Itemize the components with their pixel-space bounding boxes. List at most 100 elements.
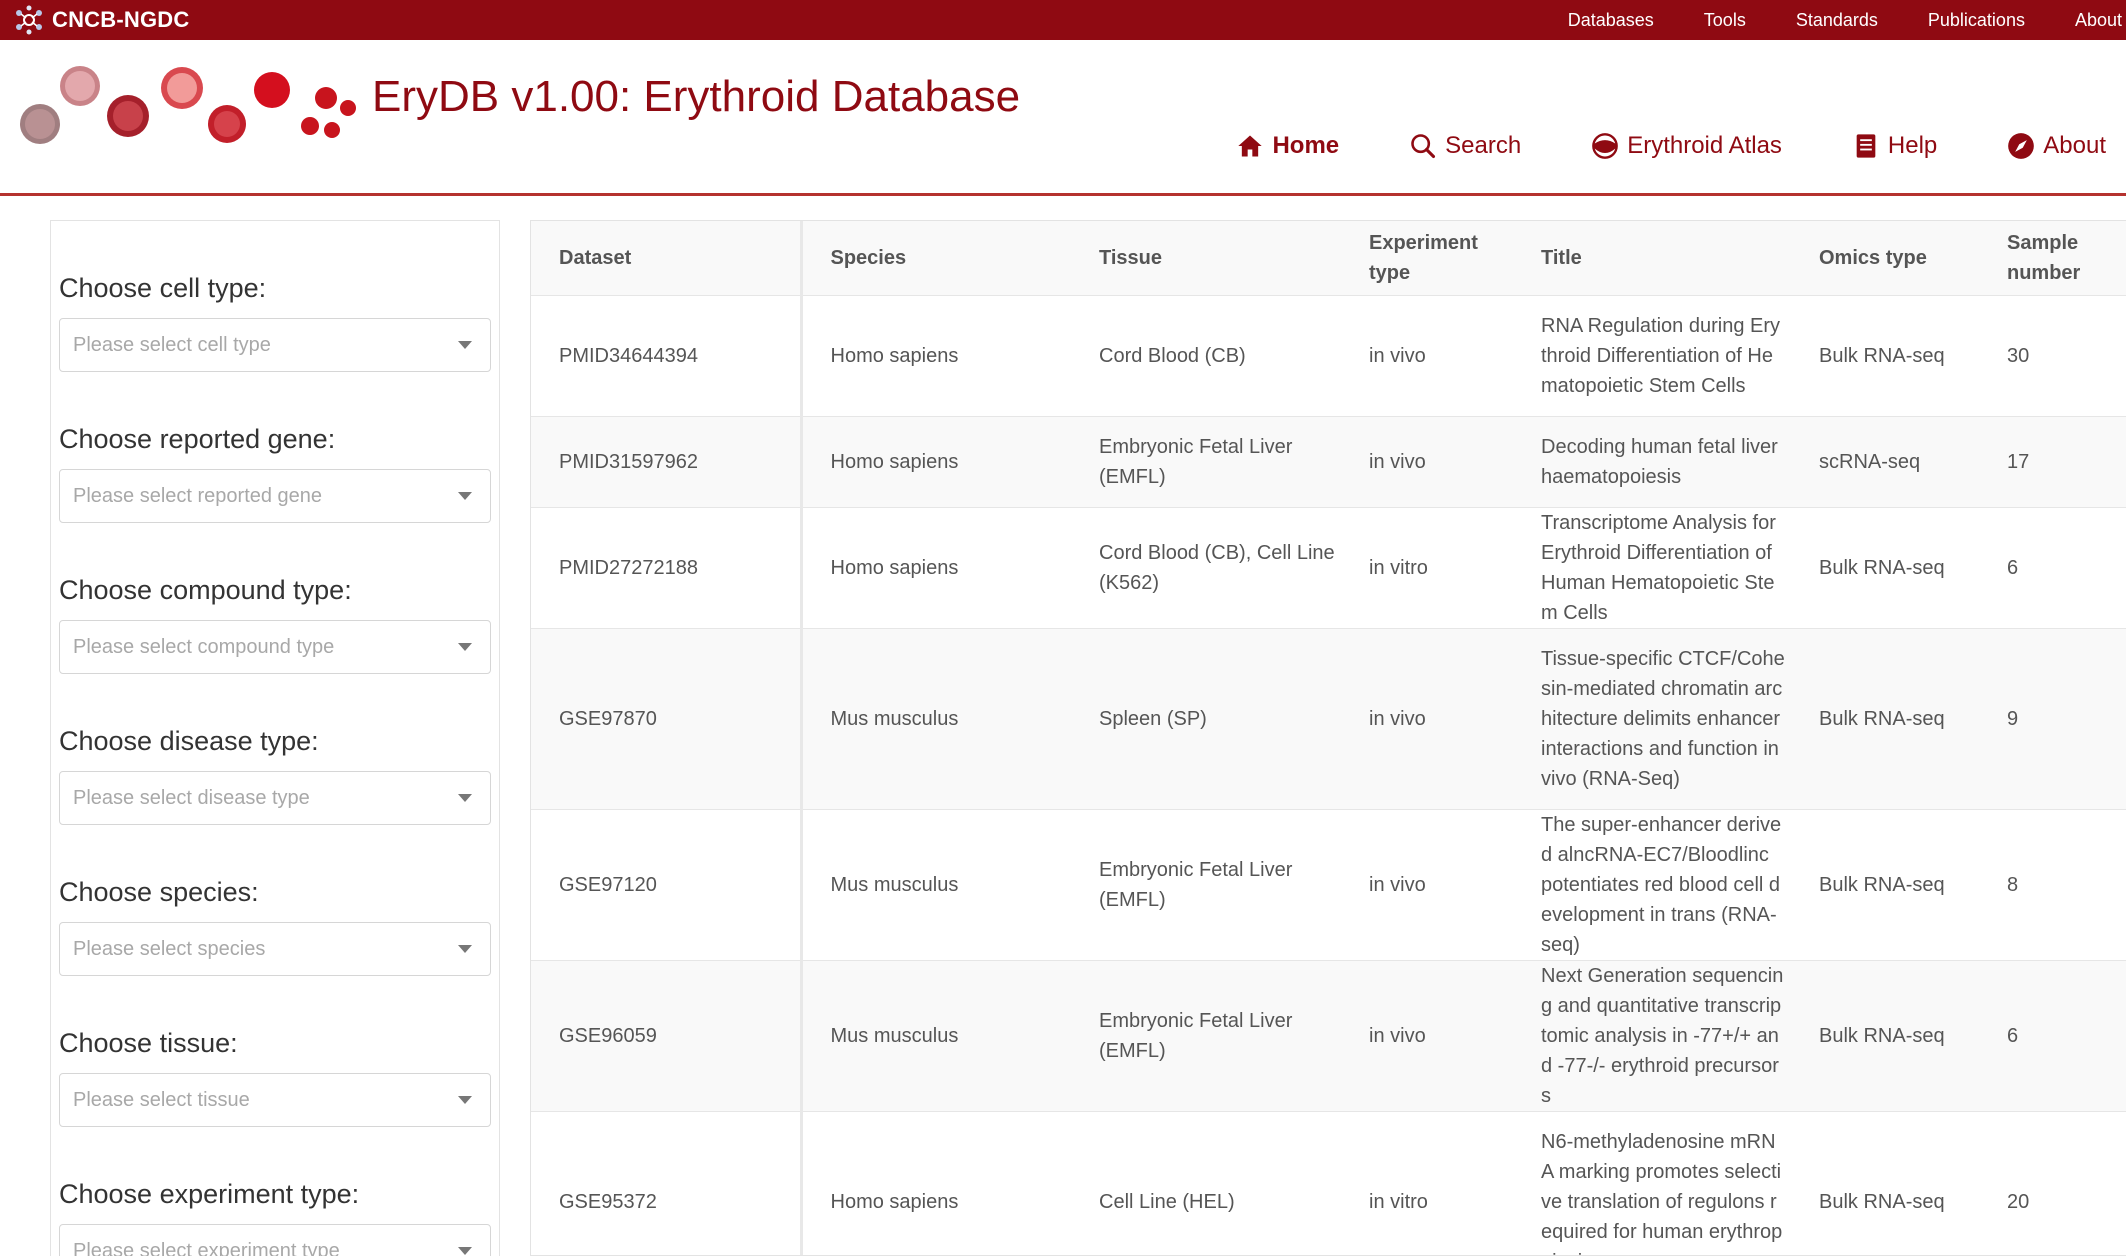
filter-cell-type: Choose cell type: Please select cell typ… (59, 271, 491, 372)
cell-species: Homo sapiens (801, 415, 1071, 507)
cell-tissue: Embryonic Fetal Liver (EMFL) (1071, 415, 1341, 507)
brand[interactable]: CNCB-NGDC (12, 4, 189, 36)
header-tissue[interactable]: Tissue (1071, 221, 1341, 295)
cell-tissue: Cord Blood (CB) (1071, 294, 1341, 416)
table-header-row: Dataset Species Tissue Experiment type T… (531, 221, 2126, 295)
cell-omics-type: Bulk RNA-seq (1791, 959, 1979, 1111)
cell-tissue: Cell Line (HEL) (1071, 1110, 1341, 1255)
table-row[interactable]: PMID27272188 Homo sapiens Cord Blood (CB… (531, 506, 2126, 628)
cell-dataset[interactable]: GSE97870 (531, 627, 803, 809)
filter-label: Choose disease type: (59, 726, 319, 756)
topnav-publications[interactable]: Publications (1928, 10, 2025, 31)
caret-down-icon (458, 1247, 472, 1255)
filter-experiment-type: Choose experiment type: Please select ex… (59, 1177, 491, 1256)
topnav-standards[interactable]: Standards (1796, 10, 1878, 31)
cell-omics-type: scRNA-seq (1791, 415, 1979, 507)
header-species[interactable]: Species (801, 221, 1071, 295)
header-omics-type[interactable]: Omics type (1791, 221, 1979, 295)
home-icon (1238, 135, 1263, 157)
cell-experiment-type: in vivo (1341, 294, 1521, 416)
cell-title: Tissue-specific CTCF/Cohesin-mediated ch… (1521, 627, 1791, 809)
site-header: EryDB v1.00: Erythroid Database Home Sea… (0, 40, 2126, 196)
results-table: Dataset Species Tissue Experiment type T… (531, 221, 2126, 1255)
filter-label: Choose compound type: (59, 575, 352, 605)
filter-label: Choose species: (59, 877, 259, 907)
cell-sample-number: 17 (1979, 415, 2126, 507)
topnav-databases[interactable]: Databases (1568, 10, 1654, 31)
table-row[interactable]: PMID34644394 Homo sapiens Cord Blood (CB… (531, 294, 2126, 416)
cell-dataset[interactable]: PMID34644394 (531, 294, 803, 416)
reported-gene-select[interactable]: Please select reported gene (59, 469, 491, 523)
cell-title: Decoding human fetal liver haematopoiesi… (1521, 415, 1791, 507)
cell-dataset[interactable]: PMID27272188 (531, 506, 803, 628)
filter-label: Choose tissue: (59, 1028, 238, 1058)
cell-sample-number: 6 (1979, 959, 2126, 1111)
topnav-about[interactable]: About (2075, 10, 2122, 31)
header-title[interactable]: Title (1521, 221, 1791, 295)
filter-tissue: Choose tissue: Please select tissue (59, 1026, 491, 1127)
cell-dataset[interactable]: GSE97120 (531, 808, 803, 960)
cell-experiment-type: in vitro (1341, 506, 1521, 628)
nav-erythroid-atlas[interactable]: Erythroid Atlas (1591, 132, 1782, 160)
filter-label: Choose reported gene: (59, 424, 336, 454)
cell-omics-type: Bulk RNA-seq (1791, 808, 1979, 960)
nav-home[interactable]: Home (1236, 132, 1339, 160)
cell-tissue: Embryonic Fetal Liver (EMFL) (1071, 959, 1341, 1111)
cell-species: Homo sapiens (801, 506, 1071, 628)
header-experiment-type[interactable]: Experiment type (1341, 221, 1521, 295)
filter-reported-gene: Choose reported gene: Please select repo… (59, 422, 491, 523)
cell-tissue: Cord Blood (CB), Cell Line (K562) (1071, 506, 1341, 628)
select-placeholder: Please select disease type (73, 786, 310, 809)
cell-experiment-type: in vivo (1341, 415, 1521, 507)
table-row[interactable]: GSE96059 Mus musculus Embryonic Fetal Li… (531, 959, 2126, 1111)
book-icon (1856, 134, 1876, 158)
main-nav: Home Search Erythroid Atlas Help About (1236, 132, 2106, 160)
header-dataset[interactable]: Dataset (531, 221, 803, 295)
topnav-tools[interactable]: Tools (1704, 10, 1746, 31)
nav-home-label: Home (1272, 132, 1340, 159)
cell-title: RNA Regulation during Erythroid Differen… (1521, 294, 1791, 416)
cell-type-select[interactable]: Please select cell type (59, 318, 491, 372)
cell-experiment-type: in vivo (1341, 808, 1521, 960)
tissue-select[interactable]: Please select tissue (59, 1073, 491, 1127)
table-row[interactable]: GSE97120 Mus musculus Embryonic Fetal Li… (531, 808, 2126, 960)
cell-sample-number: 9 (1979, 627, 2126, 809)
table-row[interactable]: GSE97870 Mus musculus Spleen (SP) in viv… (531, 627, 2126, 809)
filter-sidebar: Choose cell type: Please select cell typ… (50, 220, 500, 1256)
table-row[interactable]: GSE95372 Homo sapiens Cell Line (HEL) in… (531, 1110, 2126, 1255)
cell-species: Mus musculus (801, 959, 1071, 1111)
cell-sample-number: 20 (1979, 1110, 2126, 1255)
species-select[interactable]: Please select species (59, 922, 491, 976)
filter-compound-type: Choose compound type: Please select comp… (59, 573, 491, 674)
filter-disease-type: Choose disease type: Please select disea… (59, 724, 491, 825)
disease-type-select[interactable]: Please select disease type (59, 771, 491, 825)
caret-down-icon (458, 492, 472, 500)
nav-help[interactable]: Help (1852, 132, 1937, 160)
select-placeholder: Please select reported gene (73, 484, 323, 507)
filter-species: Choose species: Please select species (59, 875, 491, 976)
erythrocyte-logo-icon[interactable] (14, 48, 364, 148)
cell-tissue: Spleen (SP) (1071, 627, 1341, 809)
cell-sample-number: 8 (1979, 808, 2126, 960)
nav-search[interactable]: Search (1409, 132, 1521, 160)
nav-help-label: Help (1887, 132, 1938, 159)
caret-down-icon (458, 945, 472, 953)
select-placeholder: Please select experiment type (73, 1239, 340, 1256)
cell-dataset[interactable]: GSE95372 (531, 1110, 803, 1255)
cell-title: Transcriptome Analysis for Erythroid Dif… (1521, 506, 1791, 628)
filter-label: Choose cell type: (59, 273, 267, 303)
nav-about[interactable]: About (2007, 132, 2106, 160)
filter-label: Choose experiment type: (59, 1179, 360, 1209)
select-placeholder: Please select compound type (73, 635, 335, 658)
brand-name: CNCB-NGDC (52, 7, 190, 32)
caret-down-icon (458, 1096, 472, 1104)
top-nav: Databases Tools Standards Publications A… (1568, 0, 2126, 40)
compound-type-select[interactable]: Please select compound type (59, 620, 491, 674)
cell-dataset[interactable]: PMID31597962 (531, 415, 803, 507)
top-bar: CNCB-NGDC Databases Tools Standards Publ… (0, 0, 2126, 40)
experiment-type-select[interactable]: Please select experiment type (59, 1224, 491, 1256)
cell-experiment-type: in vivo (1341, 959, 1521, 1111)
table-row[interactable]: PMID31597962 Homo sapiens Embryonic Feta… (531, 415, 2126, 507)
header-sample-number[interactable]: Sample number (1979, 221, 2126, 295)
cell-dataset[interactable]: GSE96059 (531, 959, 803, 1111)
